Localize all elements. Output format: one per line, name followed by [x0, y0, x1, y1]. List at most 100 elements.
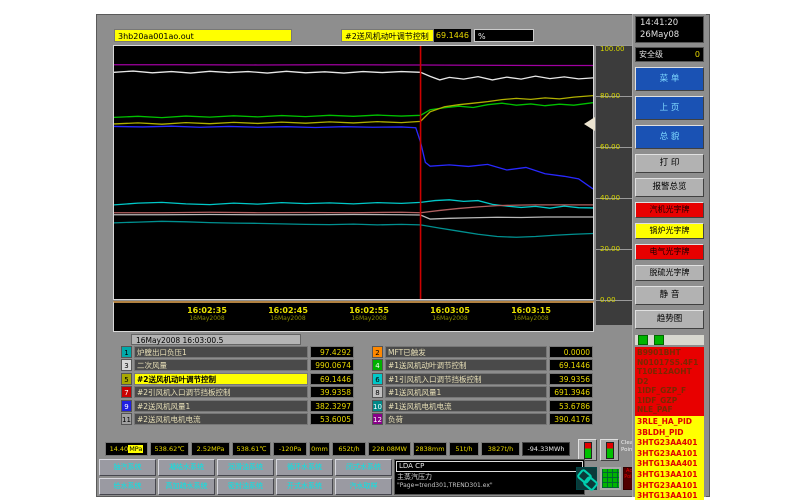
legend-row[interactable]: 1炉膛出口负压197.4292: [121, 346, 354, 358]
alarm-entry[interactable]: 3HTG23AA401: [637, 438, 704, 449]
legend-row-value: 97.4292: [310, 346, 354, 358]
sidebar-button-2[interactable]: 上 页: [635, 96, 704, 120]
alarm-entry[interactable]: N01017S5.4F1: [637, 358, 704, 368]
legend-row[interactable]: 5#2送风机动叶调节控制69.1446: [121, 373, 354, 385]
legend-row-label: MFT已触发: [385, 346, 547, 358]
trend-window: 3hb20aa001ao.out #2送风机动叶调节控制 69.1446 % 1…: [96, 14, 710, 497]
legend-row[interactable]: 11#2送风机电机电流53.6005: [121, 413, 354, 425]
curve-color-swatch: 5: [121, 373, 132, 385]
system-menu-row-2: 给水系统高加疏水系统密封油系统开式水系统汽水取样: [99, 478, 392, 495]
alarm-list-warning: 3RLE_HA_PID3BLDH_PID3HTG23AA4013HTG23AA1…: [635, 416, 704, 500]
system-menu-button[interactable]: 抽汽系统: [99, 459, 156, 476]
legend-row-label: #1送风机电机电流: [385, 400, 547, 412]
sidebar-button-5[interactable]: 报警总览: [635, 178, 704, 197]
alarm-entry[interactable]: NLE_PAF: [637, 405, 704, 415]
alarm-entry[interactable]: 3HTG23AA101: [637, 481, 704, 492]
legend-row[interactable]: 10#1送风机电机电流53.6786: [372, 400, 593, 412]
legend-row-label: 炉膛出口负压1: [134, 346, 308, 358]
legend-row[interactable]: 8#1送风机风量1691.3946: [372, 386, 593, 398]
alarm-entry[interactable]: D2: [637, 377, 704, 387]
legend-row-label: #1送风机动叶调节控制: [385, 359, 547, 371]
x-tick-date: 16May2008: [175, 315, 239, 322]
led-bar-icon: [584, 442, 592, 459]
security-label: 安全级: [639, 48, 663, 61]
alarm-entry[interactable]: 3HTG13AA401: [637, 459, 704, 470]
clock-date: 26May08: [640, 29, 703, 41]
system-menu-button[interactable]: 凝结水系统: [158, 459, 215, 476]
system-menu-button[interactable]: 汽水取样: [335, 478, 392, 495]
legend-row[interactable]: 2MFT已触发0.0000: [372, 346, 593, 358]
curve-color-swatch: 3: [121, 359, 132, 371]
curve-color-swatch: 2: [372, 346, 383, 358]
curve-color-swatch: 7: [121, 386, 132, 398]
legend-row[interactable]: 3二次风量990.0674: [121, 359, 354, 371]
legend-row-label: #2送风机风量1: [134, 400, 308, 412]
alarm-tab-b-icon[interactable]: [654, 335, 664, 345]
trend-line-3: [114, 103, 593, 118]
alarm-tab-a-icon[interactable]: [638, 335, 648, 345]
link-icon[interactable]: [576, 467, 597, 490]
alarm-entry[interactable]: 3HTG23AA101: [637, 449, 704, 460]
x-tick-date: 16May2008: [256, 315, 320, 322]
clock: 14:41:20 26May08: [635, 16, 704, 43]
command-input[interactable]: LDA CP: [396, 461, 583, 472]
y-axis-label: 20.00: [600, 245, 620, 253]
x-tick-date: 16May2008: [337, 315, 401, 322]
alarm-entry[interactable]: 3HTG13AA101: [637, 491, 704, 500]
alarm-entry[interactable]: 3HTG13AA101: [637, 470, 704, 481]
system-menu-button[interactable]: 润滑油系统: [217, 459, 274, 476]
sidebar-button-7[interactable]: 锅炉光字牌: [635, 223, 704, 239]
grid-display-icon[interactable]: [600, 467, 621, 490]
trend-line-8: [114, 214, 593, 219]
trend-line-2: [114, 71, 593, 80]
alarm-led-panel-2[interactable]: [600, 439, 619, 461]
x-tick-time: 16:02:55: [337, 306, 401, 315]
system-menu-button[interactable]: 密封油系统: [217, 478, 274, 495]
status-value: 3827t/h: [481, 442, 520, 456]
status-value: 538.62℃: [150, 442, 189, 456]
sidebar-button-1[interactable]: 菜 单: [635, 67, 704, 91]
legend-row[interactable]: 9#2送风机风量1382.3297: [121, 400, 354, 412]
trend-point-description[interactable]: #2送风机动叶调节控制: [341, 29, 434, 42]
y-axis-label: 100.00: [600, 45, 625, 53]
sidebar-button-8[interactable]: 电气光字牌: [635, 244, 704, 260]
system-menu-button[interactable]: 给水系统: [99, 478, 156, 495]
sidebar-button-10[interactable]: 静 音: [635, 286, 704, 305]
alarm-entry[interactable]: 1IDF_GZP: [637, 396, 704, 406]
x-tick-time: 16:02:35: [175, 306, 239, 315]
legend-row[interactable]: 4#1送风机动叶调节控制69.1446: [372, 359, 593, 371]
legend-row[interactable]: 6#1引风机入口调节挡板控制39.9356: [372, 373, 593, 385]
alarm-entry[interactable]: 1IDF_GZP_F: [637, 386, 704, 396]
curve-color-swatch: 12: [372, 413, 383, 425]
trend-plot-area[interactable]: [113, 45, 594, 300]
alarm-entry[interactable]: B9901BHT: [637, 348, 704, 358]
system-menu-button[interactable]: 高加疏水系统: [158, 478, 215, 495]
legend-row-value: 69.1446: [549, 359, 593, 371]
legend-row-label: #2送风机电机电流: [134, 413, 308, 425]
legend-row-label: #2送风机动叶调节控制: [134, 373, 308, 385]
system-menu-button[interactable]: 闭式水系统: [335, 459, 392, 476]
x-tick-date: 16May2008: [418, 315, 482, 322]
alarm-entry[interactable]: T10E12AOHT: [637, 367, 704, 377]
alarm-entry[interactable]: 3BLDH_PID: [637, 428, 704, 439]
screen-background: 3hb20aa001ao.out #2送风机动叶调节控制 69.1446 % 1…: [0, 0, 800, 500]
sidebar-button-9[interactable]: 脱硫光字牌: [635, 265, 704, 281]
trend-point-tag[interactable]: 3hb20aa001ao.out: [114, 29, 292, 42]
alarm-entry[interactable]: 3RLE_HA_PID: [637, 417, 704, 428]
cursor-timestamp: 16May2008 16:03:00.5: [131, 334, 301, 345]
x-axis: 16:02:3516May200816:02:4516May200816:02:…: [113, 301, 594, 332]
sidebar-button-4[interactable]: 打 印: [635, 154, 704, 173]
y-axis-label: 60.00: [600, 143, 620, 151]
legend-row[interactable]: 7#2引风机入口调节挡板控制39.9358: [121, 386, 354, 398]
sidebar-button-11[interactable]: 趋势图: [635, 310, 704, 329]
console-path: "Page=trend301,TREND301.ex": [395, 482, 584, 490]
system-menu-button[interactable]: 循环水系统: [276, 459, 333, 476]
alarm-led-panel-1[interactable]: [578, 439, 597, 461]
x-tick-time: 16:03:15: [499, 306, 563, 315]
sidebar-button-3[interactable]: 总 貌: [635, 125, 704, 149]
value-pointer-icon[interactable]: [584, 117, 595, 131]
legend-row[interactable]: 12负荷390.4176: [372, 413, 593, 425]
curve-color-swatch: 10: [372, 400, 383, 412]
sidebar-button-6[interactable]: 汽机光字牌: [635, 202, 704, 218]
system-menu-button[interactable]: 开式水系统: [276, 478, 333, 495]
